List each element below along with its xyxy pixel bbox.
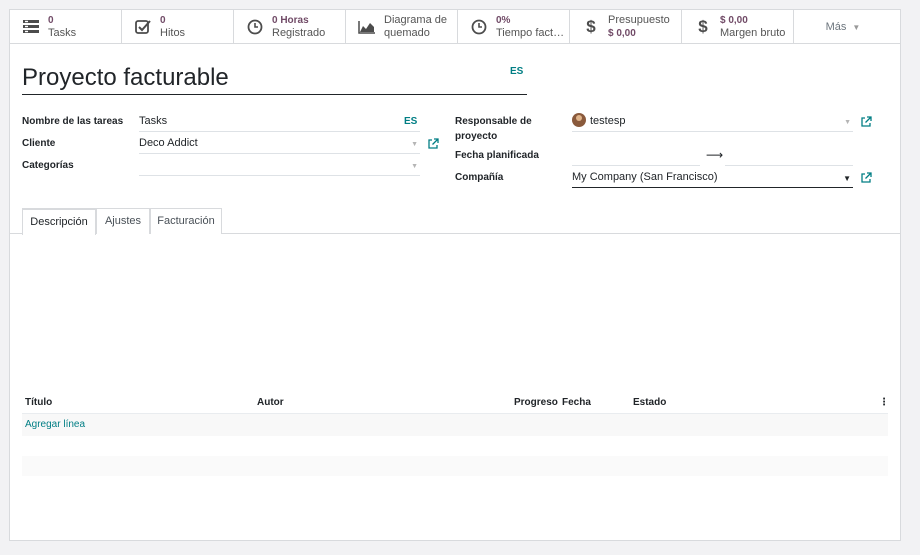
planned-date-label: Fecha planificada [455, 150, 539, 161]
smart-value: $ 0,00 [608, 28, 636, 39]
column-title[interactable]: Título [25, 397, 52, 408]
chevron-down-icon: ▼ [843, 174, 851, 183]
smart-value: 0 [160, 15, 166, 26]
smart-label: Registrado [272, 27, 326, 39]
tasks-smart-button[interactable]: 0 Tasks [10, 10, 122, 44]
company-label: Compañía [455, 172, 504, 183]
column-author[interactable]: Autor [257, 397, 284, 408]
customer-value: Deco Addict [139, 137, 198, 149]
manager-select[interactable]: testesp ▼ [572, 112, 853, 132]
chevron-down-icon: ▼ [411, 163, 418, 170]
smart-value: $ 0,00 [720, 15, 748, 26]
more-dropdown-button[interactable]: Más ▼ [794, 10, 892, 44]
tab-settings[interactable]: Ajustes [96, 208, 150, 234]
project-title-field[interactable]: Proyecto facturable [22, 63, 527, 95]
column-options-icon[interactable]: ⋮ [879, 397, 889, 408]
chevron-down-icon: ▼ [411, 141, 418, 148]
clock-icon [470, 18, 488, 36]
timesheet-smart-button[interactable]: 0 Horas Registrado [234, 10, 346, 44]
smart-value: 0 Horas [272, 15, 309, 26]
tags-select[interactable]: ▼ [139, 156, 420, 176]
table-row: Agregar línea [22, 414, 888, 436]
manager-value: testesp [590, 115, 626, 127]
smart-label: Tiempo factu... [496, 27, 568, 39]
smart-button-bar: 0 Tasks 0 Hitos 0 Horas Registrado Diagrama… [10, 10, 900, 44]
avatar [572, 113, 586, 127]
task-name-language-button[interactable]: ES [404, 116, 417, 127]
form-sheet: 0 Tasks 0 Hitos 0 Horas Registrado Diagrama… [9, 9, 901, 541]
chevron-down-icon: ▼ [844, 119, 851, 126]
smart-value: 0 [48, 15, 54, 26]
tab-invoicing[interactable]: Facturación [150, 208, 222, 234]
planned-date-end-input[interactable] [725, 146, 853, 166]
smart-label: Margen bruto [720, 27, 786, 39]
table-row [22, 456, 888, 476]
column-date[interactable]: Fecha [562, 397, 591, 408]
more-label: Más [825, 21, 847, 33]
budget-smart-button[interactable]: $ Presupuesto $ 0,00 [570, 10, 682, 44]
notebook-tabs: Descripción Ajustes Facturación [10, 208, 900, 235]
billable-time-smart-button[interactable]: 0% Tiempo factu... [458, 10, 570, 44]
clock-icon [246, 18, 264, 36]
area-chart-icon [358, 18, 376, 36]
title-language-button[interactable]: ES [510, 66, 523, 77]
check-square-icon [134, 18, 152, 36]
gross-margin-smart-button[interactable]: $ $ 0,00 Margen bruto [682, 10, 794, 44]
task-name-label: Nombre de las tareas [22, 116, 124, 127]
milestones-smart-button[interactable]: 0 Hitos [122, 10, 234, 44]
tab-description[interactable]: Descripción [22, 208, 96, 235]
date-range-arrow: ⟶ [706, 148, 724, 162]
column-status[interactable]: Estado [633, 397, 666, 408]
manager-label: Responsable de proyecto [455, 114, 532, 144]
manager-label-line1: Responsable de [455, 116, 532, 127]
project-title: Proyecto facturable [22, 64, 229, 91]
customer-label: Cliente [22, 138, 56, 149]
smart-label-top: Diagrama de [384, 14, 447, 26]
customer-select[interactable]: Deco Addict ▼ [139, 134, 420, 154]
tasks-icon [22, 18, 40, 36]
smart-label: quemado [384, 27, 430, 39]
external-link-icon[interactable] [427, 138, 439, 150]
company-select[interactable]: My Company (San Francisco) ▼ [572, 168, 853, 188]
company-value: My Company (San Francisco) [572, 171, 718, 183]
task-name-input[interactable]: Tasks [139, 112, 420, 132]
column-progress[interactable]: Progreso [514, 397, 558, 408]
smart-label: Hitos [160, 27, 186, 39]
external-link-icon[interactable] [860, 116, 872, 128]
dollar-icon: $ [586, 17, 596, 36]
planned-date-start-input[interactable] [572, 146, 700, 166]
smart-label-top: Presupuesto [608, 14, 670, 26]
chevron-down-icon: ▼ [852, 22, 861, 32]
table-header: Título Autor Progreso Fecha Estado ⋮ [22, 394, 889, 414]
external-link-icon[interactable] [860, 172, 872, 184]
burndown-smart-button[interactable]: Diagrama de quemado [346, 10, 458, 44]
tags-label: Categorías [22, 160, 74, 171]
manager-label-line2: proyecto [455, 131, 498, 142]
smart-label: Tasks [48, 27, 77, 39]
add-line-link[interactable]: Agregar línea [25, 419, 85, 430]
task-name-value: Tasks [139, 115, 168, 127]
smart-value: 0% [496, 15, 511, 26]
dollar-icon: $ [698, 17, 708, 36]
